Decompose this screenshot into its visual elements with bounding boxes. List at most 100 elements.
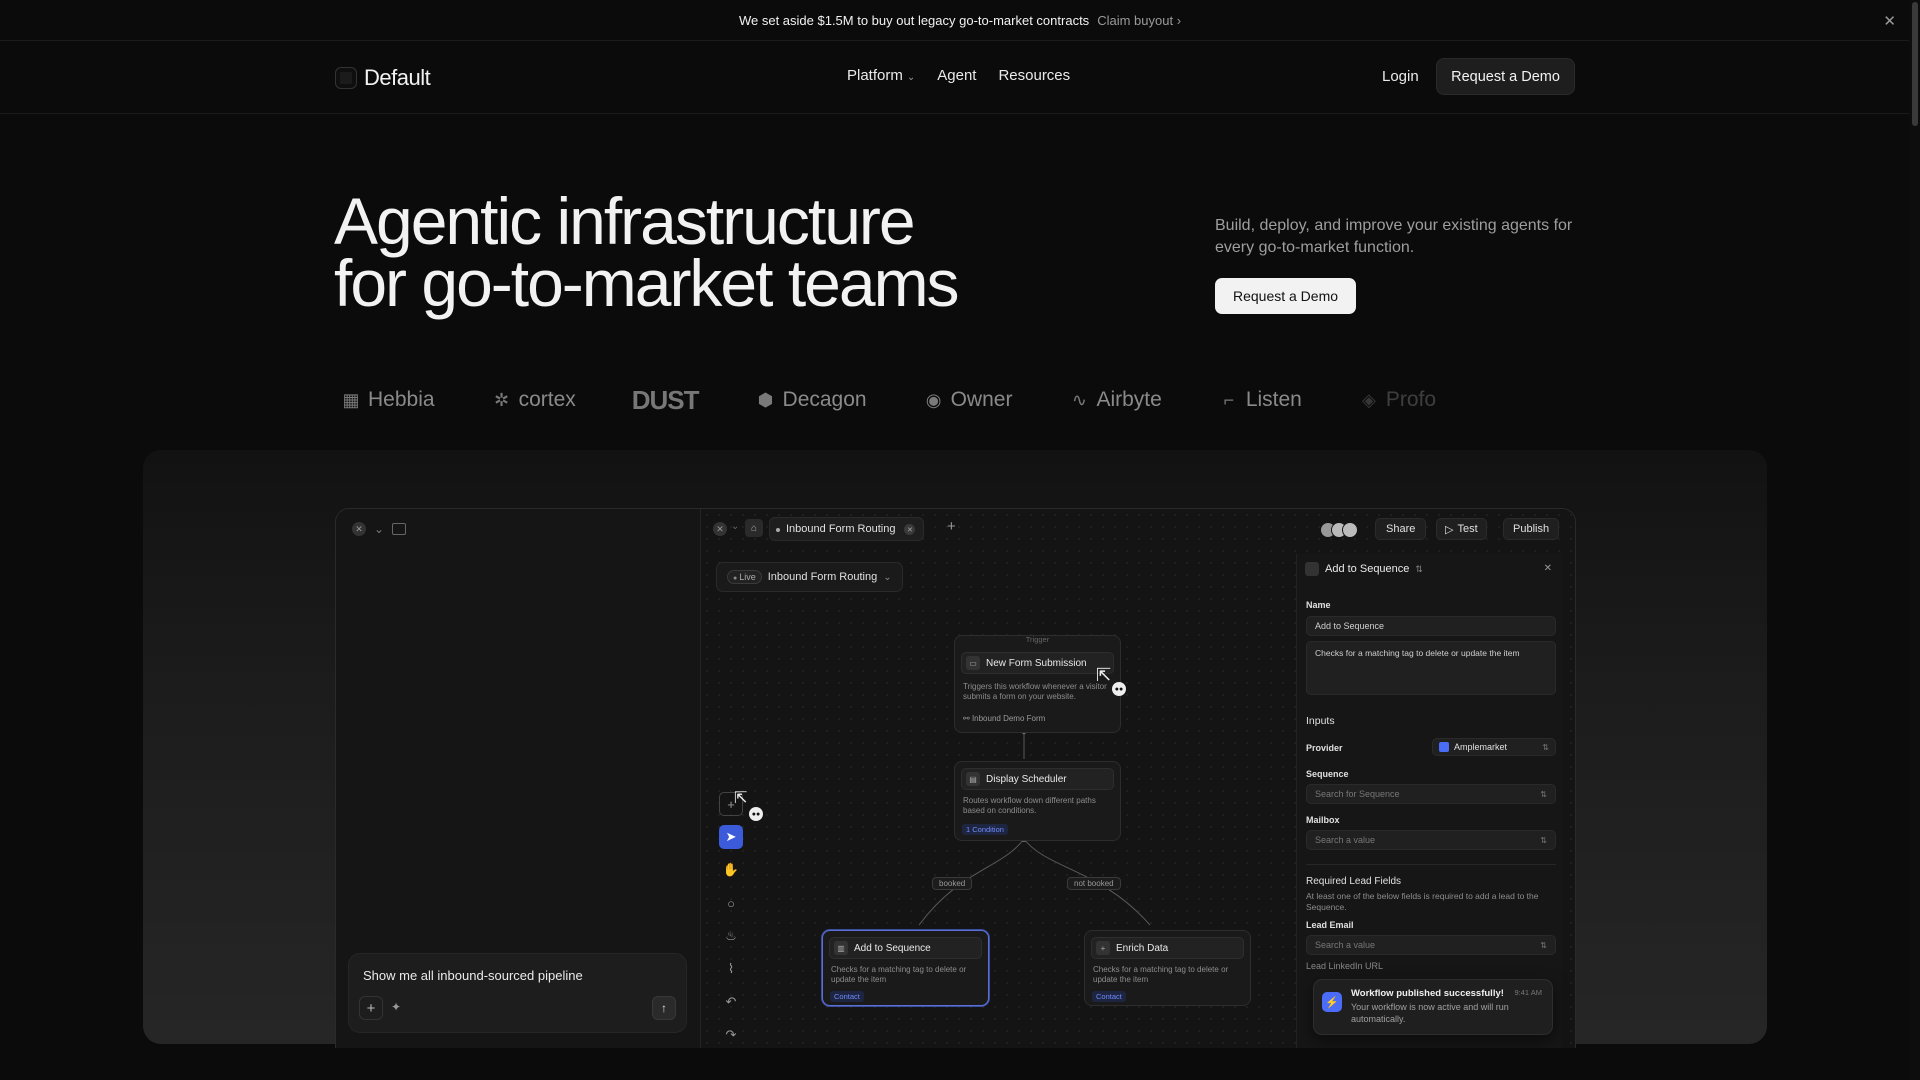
logo-decagon-text: Decagon bbox=[782, 388, 867, 411]
request-demo-nav-button[interactable]: Request a Demo bbox=[1436, 58, 1575, 95]
test-label[interactable]: Test bbox=[1457, 523, 1477, 535]
sort-icon: ⇅ bbox=[1540, 940, 1547, 950]
request-demo-hero-button[interactable]: Request a Demo bbox=[1215, 278, 1356, 314]
sparkle-icon[interactable]: ✦ bbox=[391, 1000, 401, 1014]
sequence-icon bbox=[1305, 562, 1319, 576]
sequence-select[interactable]: Search for Sequence ⇅ bbox=[1306, 784, 1556, 804]
node-display-scheduler[interactable]: ▤ Display Scheduler Routes workflow down … bbox=[954, 761, 1121, 841]
workflow-name[interactable]: Inbound Form Routing bbox=[768, 571, 877, 583]
announcement-banner: We set aside $1.5M to buy out legacy go-… bbox=[0, 0, 1920, 41]
cortex-icon: ✲ bbox=[494, 389, 510, 410]
contact-tag: Contact bbox=[1092, 991, 1126, 1002]
collaborator-cursor-icon: ⇱ bbox=[1096, 665, 1112, 685]
contact-tag: Contact bbox=[830, 991, 864, 1002]
sort-icon[interactable]: ⇅ bbox=[1415, 564, 1423, 575]
chat-prompt-text[interactable]: Show me all inbound-sourced pipeline bbox=[363, 968, 583, 983]
path-icon[interactable]: ⌇ bbox=[719, 957, 743, 981]
branch-label-booked: booked bbox=[932, 877, 973, 890]
node-header: + Enrich Data bbox=[1091, 937, 1244, 959]
claim-buyout-label[interactable]: Claim buyout bbox=[1097, 13, 1173, 28]
nav-item-resources[interactable]: Resources bbox=[998, 67, 1070, 84]
form-icon: ▭ bbox=[966, 656, 980, 670]
close-tab-group-icon[interactable]: ✕ bbox=[713, 522, 727, 536]
nav-item-platform-label[interactable]: Platform bbox=[847, 67, 903, 84]
scrollbar-thumb[interactable] bbox=[1912, 2, 1918, 126]
nav-item-agent[interactable]: Agent bbox=[937, 67, 976, 84]
logo-owner: ◉ Owner bbox=[923, 388, 1013, 412]
workflow-selector[interactable]: Live Inbound Form Routing ⌄ bbox=[716, 562, 903, 592]
required-fields-note: At least one of the below fields is requ… bbox=[1306, 891, 1539, 912]
provider-label: Provider bbox=[1306, 743, 1343, 753]
add-attachment-button[interactable]: + bbox=[359, 996, 383, 1020]
claim-buyout-link[interactable]: Claim buyout › bbox=[1097, 13, 1181, 28]
toast-body: Your workflow is now active and will run… bbox=[1351, 1002, 1509, 1024]
publish-success-toast: ⚡ Workflow published successfully! Your … bbox=[1313, 979, 1553, 1035]
logo-dust: DUST bbox=[632, 385, 700, 415]
undo-icon[interactable]: ↶ bbox=[719, 990, 743, 1014]
select-pointer-icon[interactable]: ➤ bbox=[719, 825, 743, 849]
lead-email-select[interactable]: Search a value ⇅ bbox=[1306, 935, 1556, 955]
chat-input-box[interactable]: Show me all inbound-sourced pipeline + ✦… bbox=[348, 953, 687, 1033]
toast-time: 9:41 AM bbox=[1514, 988, 1542, 997]
chevron-down-icon: ⌄ bbox=[906, 72, 916, 83]
decagon-icon: ⬢ bbox=[757, 389, 774, 410]
tab-label[interactable]: Inbound Form Routing bbox=[786, 523, 895, 535]
logo-listen: ⌐ Listen bbox=[1218, 388, 1302, 412]
node-title: Enrich Data bbox=[1116, 942, 1169, 954]
node-kind-label: Trigger bbox=[1025, 635, 1050, 644]
calendar-icon: ▤ bbox=[966, 772, 980, 786]
amplemarket-icon bbox=[1439, 742, 1449, 752]
lead-email-placeholder[interactable]: Search a value bbox=[1315, 940, 1375, 950]
main-nav: Default Platform ⌄ Agent Resources Login … bbox=[0, 41, 1920, 114]
app-window: ✕ ⌄ Show me all inbound-sourced pipeline… bbox=[335, 508, 1576, 1048]
redo-icon[interactable]: ↷ bbox=[719, 1023, 743, 1047]
close-icon[interactable]: ✕ bbox=[1883, 12, 1896, 30]
chevron-down-icon[interactable]: ⌄ bbox=[374, 522, 384, 536]
close-panel-icon[interactable]: ✕ bbox=[1544, 563, 1552, 574]
banner-message: We set aside $1.5M to buy out legacy go-… bbox=[738, 12, 1090, 28]
close-tab-icon[interactable]: ✕ bbox=[904, 524, 916, 535]
share-button[interactable]: Share bbox=[1375, 518, 1427, 540]
workflow-canvas[interactable]: ✕ ⌄ ⌂ Inbound Form Routing ✕ + Share ▷ Te… bbox=[701, 509, 1575, 1048]
test-button[interactable]: ▷ Test bbox=[1436, 518, 1487, 540]
description-field[interactable]: Checks for a matching tag to delete or u… bbox=[1306, 641, 1556, 695]
page-scrollbar[interactable] bbox=[1909, 0, 1920, 1080]
nav-item-platform[interactable]: Platform ⌄ bbox=[847, 67, 915, 84]
panel-header: Add to Sequence ⇅ bbox=[1305, 562, 1423, 576]
node-enrich-data[interactable]: + Enrich Data Checks for a matching tag t… bbox=[1084, 930, 1251, 1006]
publish-button[interactable]: Publish bbox=[1503, 518, 1560, 540]
logo-hebbia-text: Hebbia bbox=[368, 388, 435, 411]
logo-airbyte-text: Airbyte bbox=[1096, 388, 1162, 411]
logo-owner-text: Owner bbox=[950, 388, 1013, 411]
collaborator-cursor-icon: ⇱ bbox=[734, 790, 748, 807]
sidebar-toggle-icon[interactable] bbox=[392, 523, 407, 535]
provider-select[interactable]: Amplemarket ⇅ bbox=[1432, 738, 1556, 756]
fire-icon[interactable]: ♨ bbox=[719, 924, 743, 948]
hero-title-line-2: for go-to-market teams bbox=[334, 246, 960, 320]
plus-icon: + bbox=[1096, 941, 1110, 955]
node-title: Display Scheduler bbox=[986, 773, 1067, 785]
brand-logo[interactable]: Default bbox=[335, 65, 431, 91]
tab-inbound-form-routing[interactable]: Inbound Form Routing ✕ bbox=[769, 517, 925, 541]
sequence-label: Sequence bbox=[1306, 769, 1349, 779]
name-field[interactable]: Add to Sequence bbox=[1306, 616, 1556, 636]
send-button[interactable]: ↑ bbox=[652, 996, 676, 1020]
mailbox-select[interactable]: Search a value ⇅ bbox=[1306, 830, 1556, 850]
hero-subtitle: Build, deploy, and improve your existing… bbox=[1215, 217, 1573, 256]
node-add-to-sequence[interactable]: ▥ Add to Sequence Checks for a matching t… bbox=[822, 930, 989, 1006]
logo-profound-text: Profo bbox=[1385, 388, 1437, 411]
profound-icon: ◈ bbox=[1361, 389, 1376, 410]
login-link[interactable]: Login bbox=[1382, 68, 1419, 85]
provider-value[interactable]: Amplemarket bbox=[1454, 742, 1507, 752]
comment-icon[interactable]: ○ bbox=[719, 891, 743, 915]
arrow-up-icon: ↑ bbox=[661, 1001, 667, 1015]
mailbox-placeholder[interactable]: Search a value bbox=[1315, 835, 1375, 845]
add-tab-icon[interactable]: + bbox=[947, 518, 956, 535]
hand-pan-icon[interactable]: ✋ bbox=[719, 858, 743, 882]
home-icon[interactable]: ⌂ bbox=[745, 519, 763, 537]
node-header: ▤ Display Scheduler bbox=[961, 768, 1114, 790]
close-window-icon[interactable]: ✕ bbox=[352, 522, 366, 536]
collaborator-badge: ●● bbox=[749, 807, 763, 821]
chevron-down-icon[interactable]: ⌄ bbox=[731, 521, 739, 532]
sequence-placeholder[interactable]: Search for Sequence bbox=[1315, 789, 1400, 799]
